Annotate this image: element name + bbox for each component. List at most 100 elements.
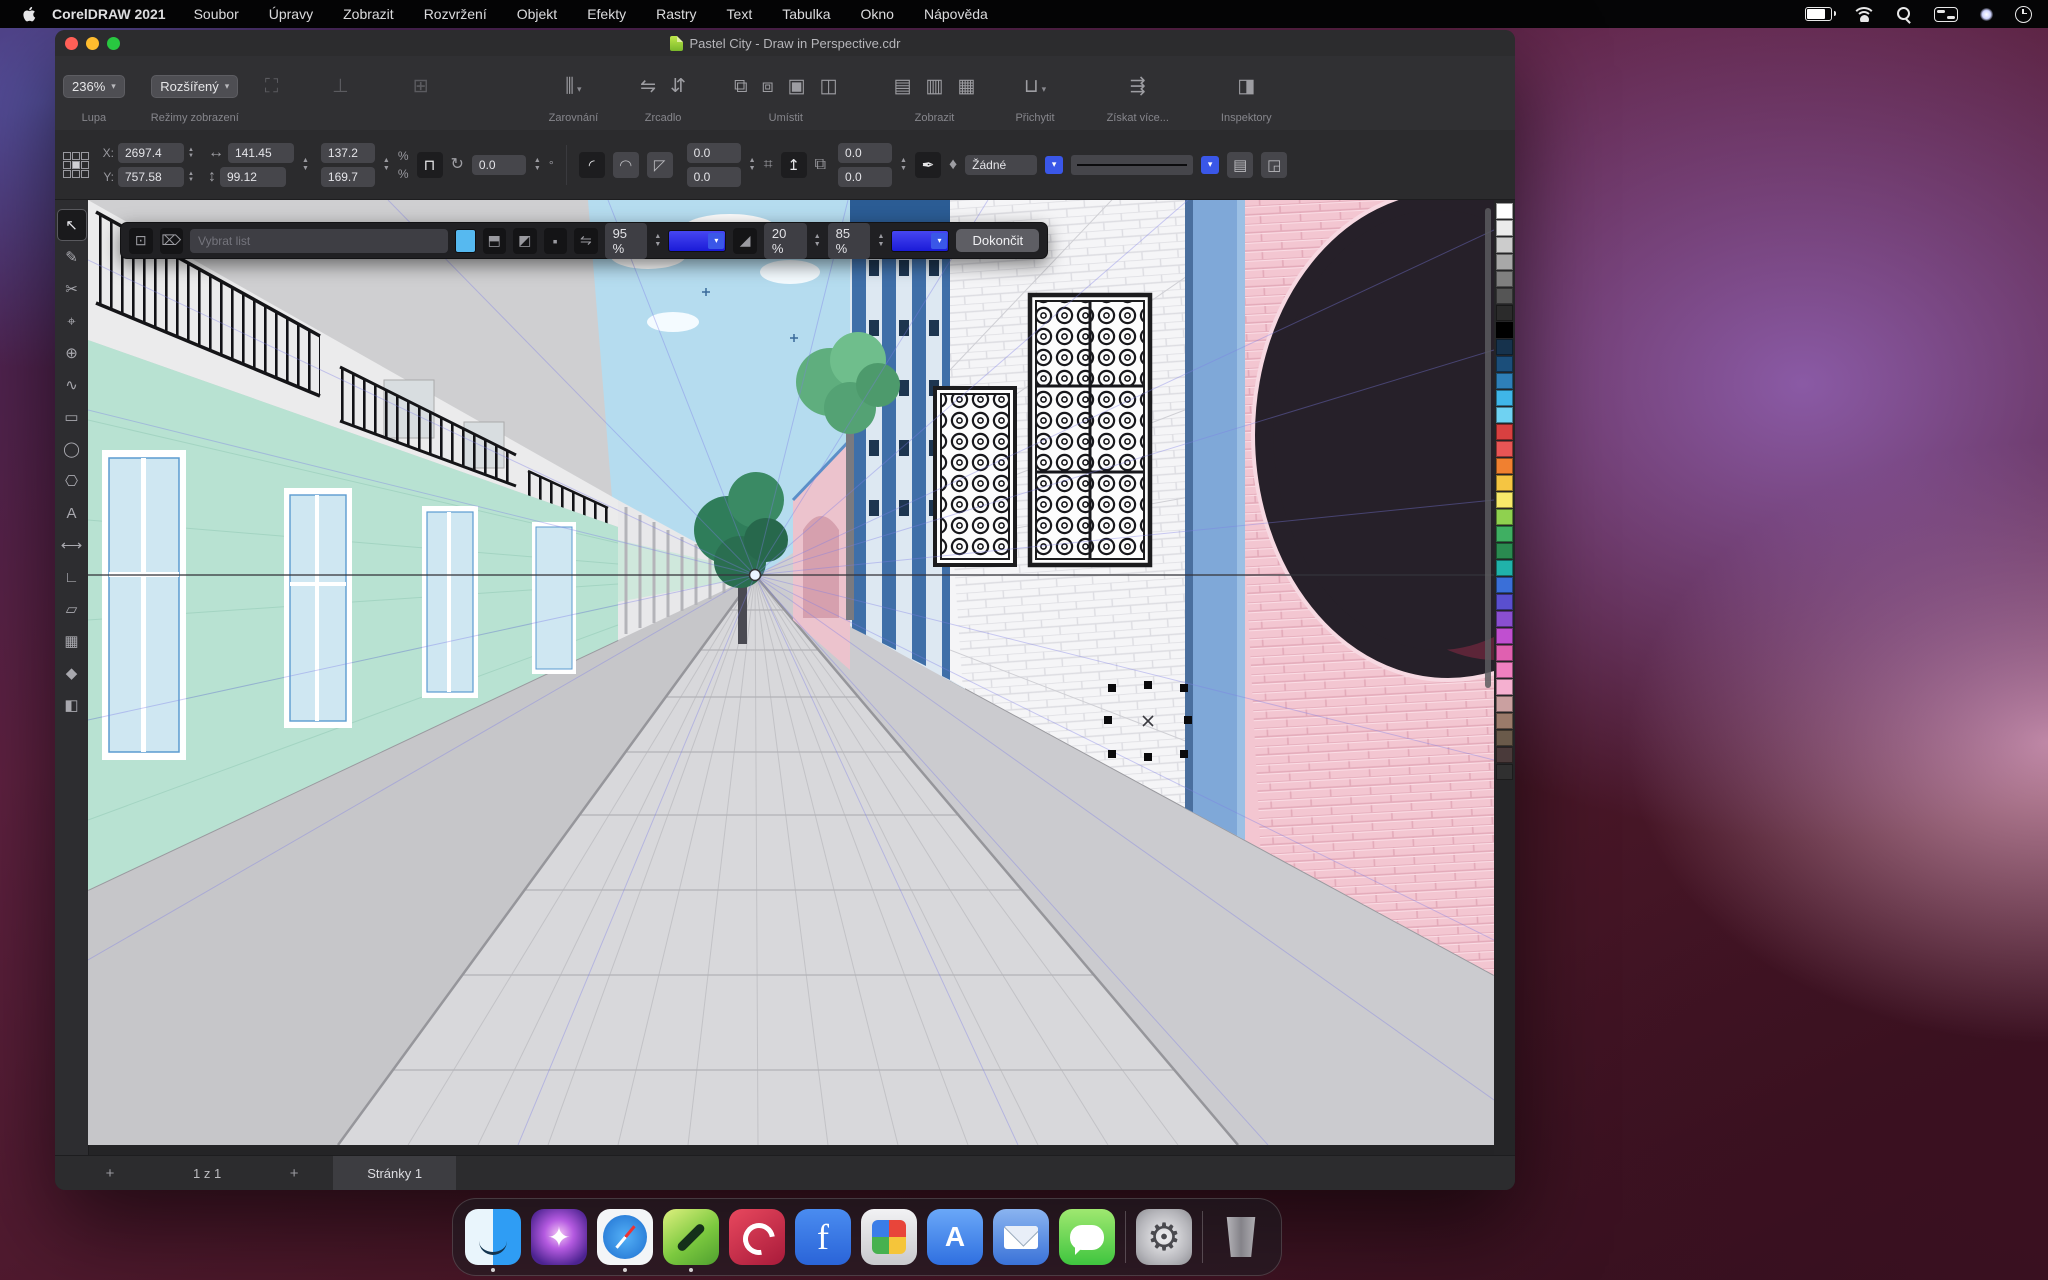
color-swatch[interactable]	[1496, 458, 1513, 474]
toolbox-tool[interactable]: ⊕	[58, 338, 86, 368]
offset-field-1[interactable]: 0.0	[838, 143, 892, 163]
text-wrap-button[interactable]: ↥	[781, 152, 807, 178]
toolbox-tool[interactable]: ⟷	[58, 530, 86, 560]
align-dropdown-icon[interactable]: ⫼▾	[565, 77, 581, 96]
zoom-button[interactable]	[107, 37, 120, 50]
color-swatch[interactable]	[1496, 560, 1513, 576]
dock-corel-red-app[interactable]	[729, 1209, 785, 1265]
color-swatch[interactable]	[1496, 611, 1513, 627]
object-y-field[interactable]: 757.58	[118, 167, 184, 187]
view-mode-dropdown[interactable]: Rozšířený▾	[151, 75, 238, 98]
menu-item[interactable]: Tabulka	[782, 6, 830, 22]
stack-icon[interactable]: ⧉	[815, 157, 826, 173]
battery-icon[interactable]	[1805, 7, 1832, 21]
toolbox-tool[interactable]: ▭	[58, 402, 86, 432]
color-swatch[interactable]	[1496, 356, 1513, 372]
color-swatch[interactable]	[1496, 577, 1513, 593]
corner-scalloped-button[interactable]: ◠	[613, 152, 639, 178]
color-swatch[interactable]	[1496, 390, 1513, 406]
lines-opacity-field[interactable]: 20 %	[764, 223, 807, 259]
toolbox-tool[interactable]: ▱	[58, 594, 86, 624]
color-swatch[interactable]	[1496, 645, 1513, 661]
toolbox-tool[interactable]: ✎	[58, 242, 86, 272]
plane-top-button[interactable]: ⬒	[483, 228, 507, 254]
menu-item[interactable]: Rozvržení	[424, 6, 487, 22]
fill-opacity-field[interactable]: 95 %	[605, 223, 648, 259]
color-swatch[interactable]	[1496, 407, 1513, 423]
outline-width-dropdown[interactable]: Žádné	[965, 155, 1037, 175]
proof-colors-icon[interactable]: ⛶	[265, 77, 278, 96]
position-back-icon[interactable]: ⧈	[762, 77, 774, 96]
menu-item[interactable]: Soubor	[194, 6, 239, 22]
object-width-field[interactable]: 141.45	[228, 143, 294, 163]
color-swatch[interactable]	[1496, 696, 1513, 712]
color-swatch[interactable]	[1496, 424, 1513, 440]
y-stepper[interactable]: ▲▼	[188, 171, 194, 183]
object-origin-icon[interactable]	[63, 152, 88, 177]
size-stepper[interactable]: ▲▼	[302, 157, 309, 173]
line-style-dropdown[interactable]	[1071, 155, 1193, 175]
toolbox-tool[interactable]: ⌖	[58, 306, 86, 336]
toolbox-tool[interactable]: ◧	[58, 690, 86, 720]
menu-item[interactable]: Okno	[861, 6, 894, 22]
control-center-icon[interactable]	[1934, 7, 1958, 22]
color-swatch[interactable]	[1496, 679, 1513, 695]
finish-button[interactable]: Dokončit	[956, 229, 1039, 252]
offset-field-2[interactable]: 0.0	[838, 167, 892, 187]
snap-dropdown-icon[interactable]: ⊔▾	[1024, 77, 1046, 96]
toolbox-tool[interactable]: ∿	[58, 370, 86, 400]
horizon-opacity-stepper[interactable]: ▲▼	[877, 233, 884, 249]
plane-color-swatch[interactable]	[455, 229, 475, 253]
color-swatch[interactable]	[1496, 271, 1513, 287]
combine-icon[interactable]: ▣	[788, 77, 806, 96]
add-page-right-button[interactable]: +	[281, 1165, 307, 1182]
color-swatch[interactable]	[1496, 237, 1513, 253]
color-swatch[interactable]	[1496, 543, 1513, 559]
color-swatch[interactable]	[1496, 492, 1513, 508]
rotation-stepper[interactable]: ▲▼	[534, 157, 541, 173]
outline-width-caret[interactable]: ▾	[1045, 156, 1063, 174]
mirror-vertical-icon[interactable]: ⇵	[670, 77, 686, 96]
menu-item[interactable]: Nápověda	[924, 6, 988, 22]
color-swatch[interactable]	[1496, 373, 1513, 389]
dock-coreldraw-purple-app[interactable]: ✦	[531, 1209, 587, 1265]
color-swatch[interactable]	[1496, 305, 1513, 321]
toolbox-tool[interactable]: ✂	[58, 274, 86, 304]
fill-opacity-stepper[interactable]: ▲▼	[654, 233, 661, 249]
horizon-color-dropdown[interactable]: ▾	[891, 230, 949, 252]
drawing-canvas[interactable]: ⊡ ⌦ Vybrat list ⬒ ◩ ▪ ⇋ 95 % ▲▼ ▾ ◢ 20 %…	[88, 200, 1494, 1145]
get-more-icon[interactable]: ⇶	[1130, 77, 1146, 96]
menu-item[interactable]: Úpravy	[269, 6, 313, 22]
zoom-level-dropdown[interactable]: 236%▾	[63, 75, 125, 98]
siri-icon[interactable]	[1980, 8, 1993, 21]
menu-item[interactable]: Rastry	[656, 6, 696, 22]
apple-menu-icon[interactable]	[22, 6, 38, 22]
color-swatch[interactable]	[1496, 628, 1513, 644]
color-swatch[interactable]	[1496, 764, 1513, 780]
menu-item[interactable]: Zobrazit	[343, 6, 394, 22]
corner-stepper[interactable]: ▲▼	[749, 157, 756, 173]
dock-safari[interactable]	[597, 1209, 653, 1265]
dock-launchpad-photos[interactable]	[861, 1209, 917, 1265]
dock-app-store[interactable]: A	[927, 1209, 983, 1265]
window-titlebar[interactable]: Pastel City - Draw in Perspective.cdr	[55, 30, 1515, 57]
color-swatch[interactable]	[1496, 730, 1513, 746]
toolbox-tool[interactable]: A	[58, 498, 86, 528]
corner-radius-field-2[interactable]: 0.0	[687, 167, 741, 187]
color-swatch[interactable]	[1496, 713, 1513, 729]
color-swatch[interactable]	[1496, 339, 1513, 355]
menubar-app-name[interactable]: CorelDRAW 2021	[52, 6, 166, 22]
lines-opacity-stepper[interactable]: ▲▼	[814, 233, 821, 249]
mirror-horizontal-icon[interactable]: ⇋	[640, 77, 656, 96]
dock-facebook[interactable]: f	[795, 1209, 851, 1265]
toolbox-tool[interactable]: ⎔	[58, 466, 86, 496]
lines-visibility-icon[interactable]: ◢	[733, 228, 757, 254]
wrap-text-button[interactable]: ▤	[1227, 152, 1253, 178]
corner-chamfer-button[interactable]: ◸	[647, 152, 673, 178]
color-swatch[interactable]	[1496, 441, 1513, 457]
wifi-icon[interactable]	[1854, 7, 1874, 22]
dock-mail[interactable]	[993, 1209, 1049, 1265]
dock-messages[interactable]	[1059, 1209, 1115, 1265]
show-rulers-icon[interactable]: ▤	[894, 77, 912, 96]
outline-pen-button[interactable]: ✒	[915, 152, 941, 178]
